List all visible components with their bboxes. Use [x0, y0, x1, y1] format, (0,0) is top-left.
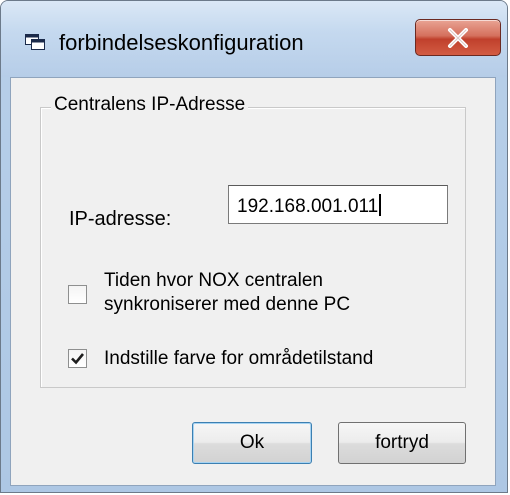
ok-button[interactable]: Ok — [192, 422, 312, 464]
window-title: forbindelseskonfiguration — [59, 30, 304, 55]
dialog-window: forbindelseskonfiguration Centralens IP-… — [0, 0, 508, 493]
dialog-client-area: Centralens IP-Adresse IP-adresse: 192.16… — [10, 77, 496, 486]
cancel-button[interactable]: fortryd — [338, 422, 466, 464]
groupbox-legend: Centralens IP-Adresse — [51, 94, 249, 116]
window-app-icon[interactable] — [25, 34, 45, 50]
ip-address-label: IP-adresse: — [69, 208, 172, 230]
sync-time-checkbox[interactable] — [68, 285, 87, 304]
area-color-label[interactable]: Indstille farve for områdetilstand — [104, 347, 373, 371]
ip-address-input[interactable]: 192.168.001.011 — [228, 185, 448, 224]
area-color-checkbox[interactable] — [68, 349, 87, 368]
title-bar[interactable]: forbindelseskonfiguration — [1, 1, 507, 77]
checkmark-icon — [71, 353, 85, 365]
text-caret — [379, 194, 382, 216]
close-x-icon — [448, 28, 468, 48]
ip-address-groupbox: Centralens IP-Adresse IP-adresse: 192.16… — [40, 94, 466, 388]
close-button[interactable] — [415, 19, 501, 56]
ip-address-value: 192.168.001.011 — [237, 196, 379, 217]
sync-time-label[interactable]: Tiden hvor NOX centralen synkroniserer m… — [104, 269, 350, 317]
